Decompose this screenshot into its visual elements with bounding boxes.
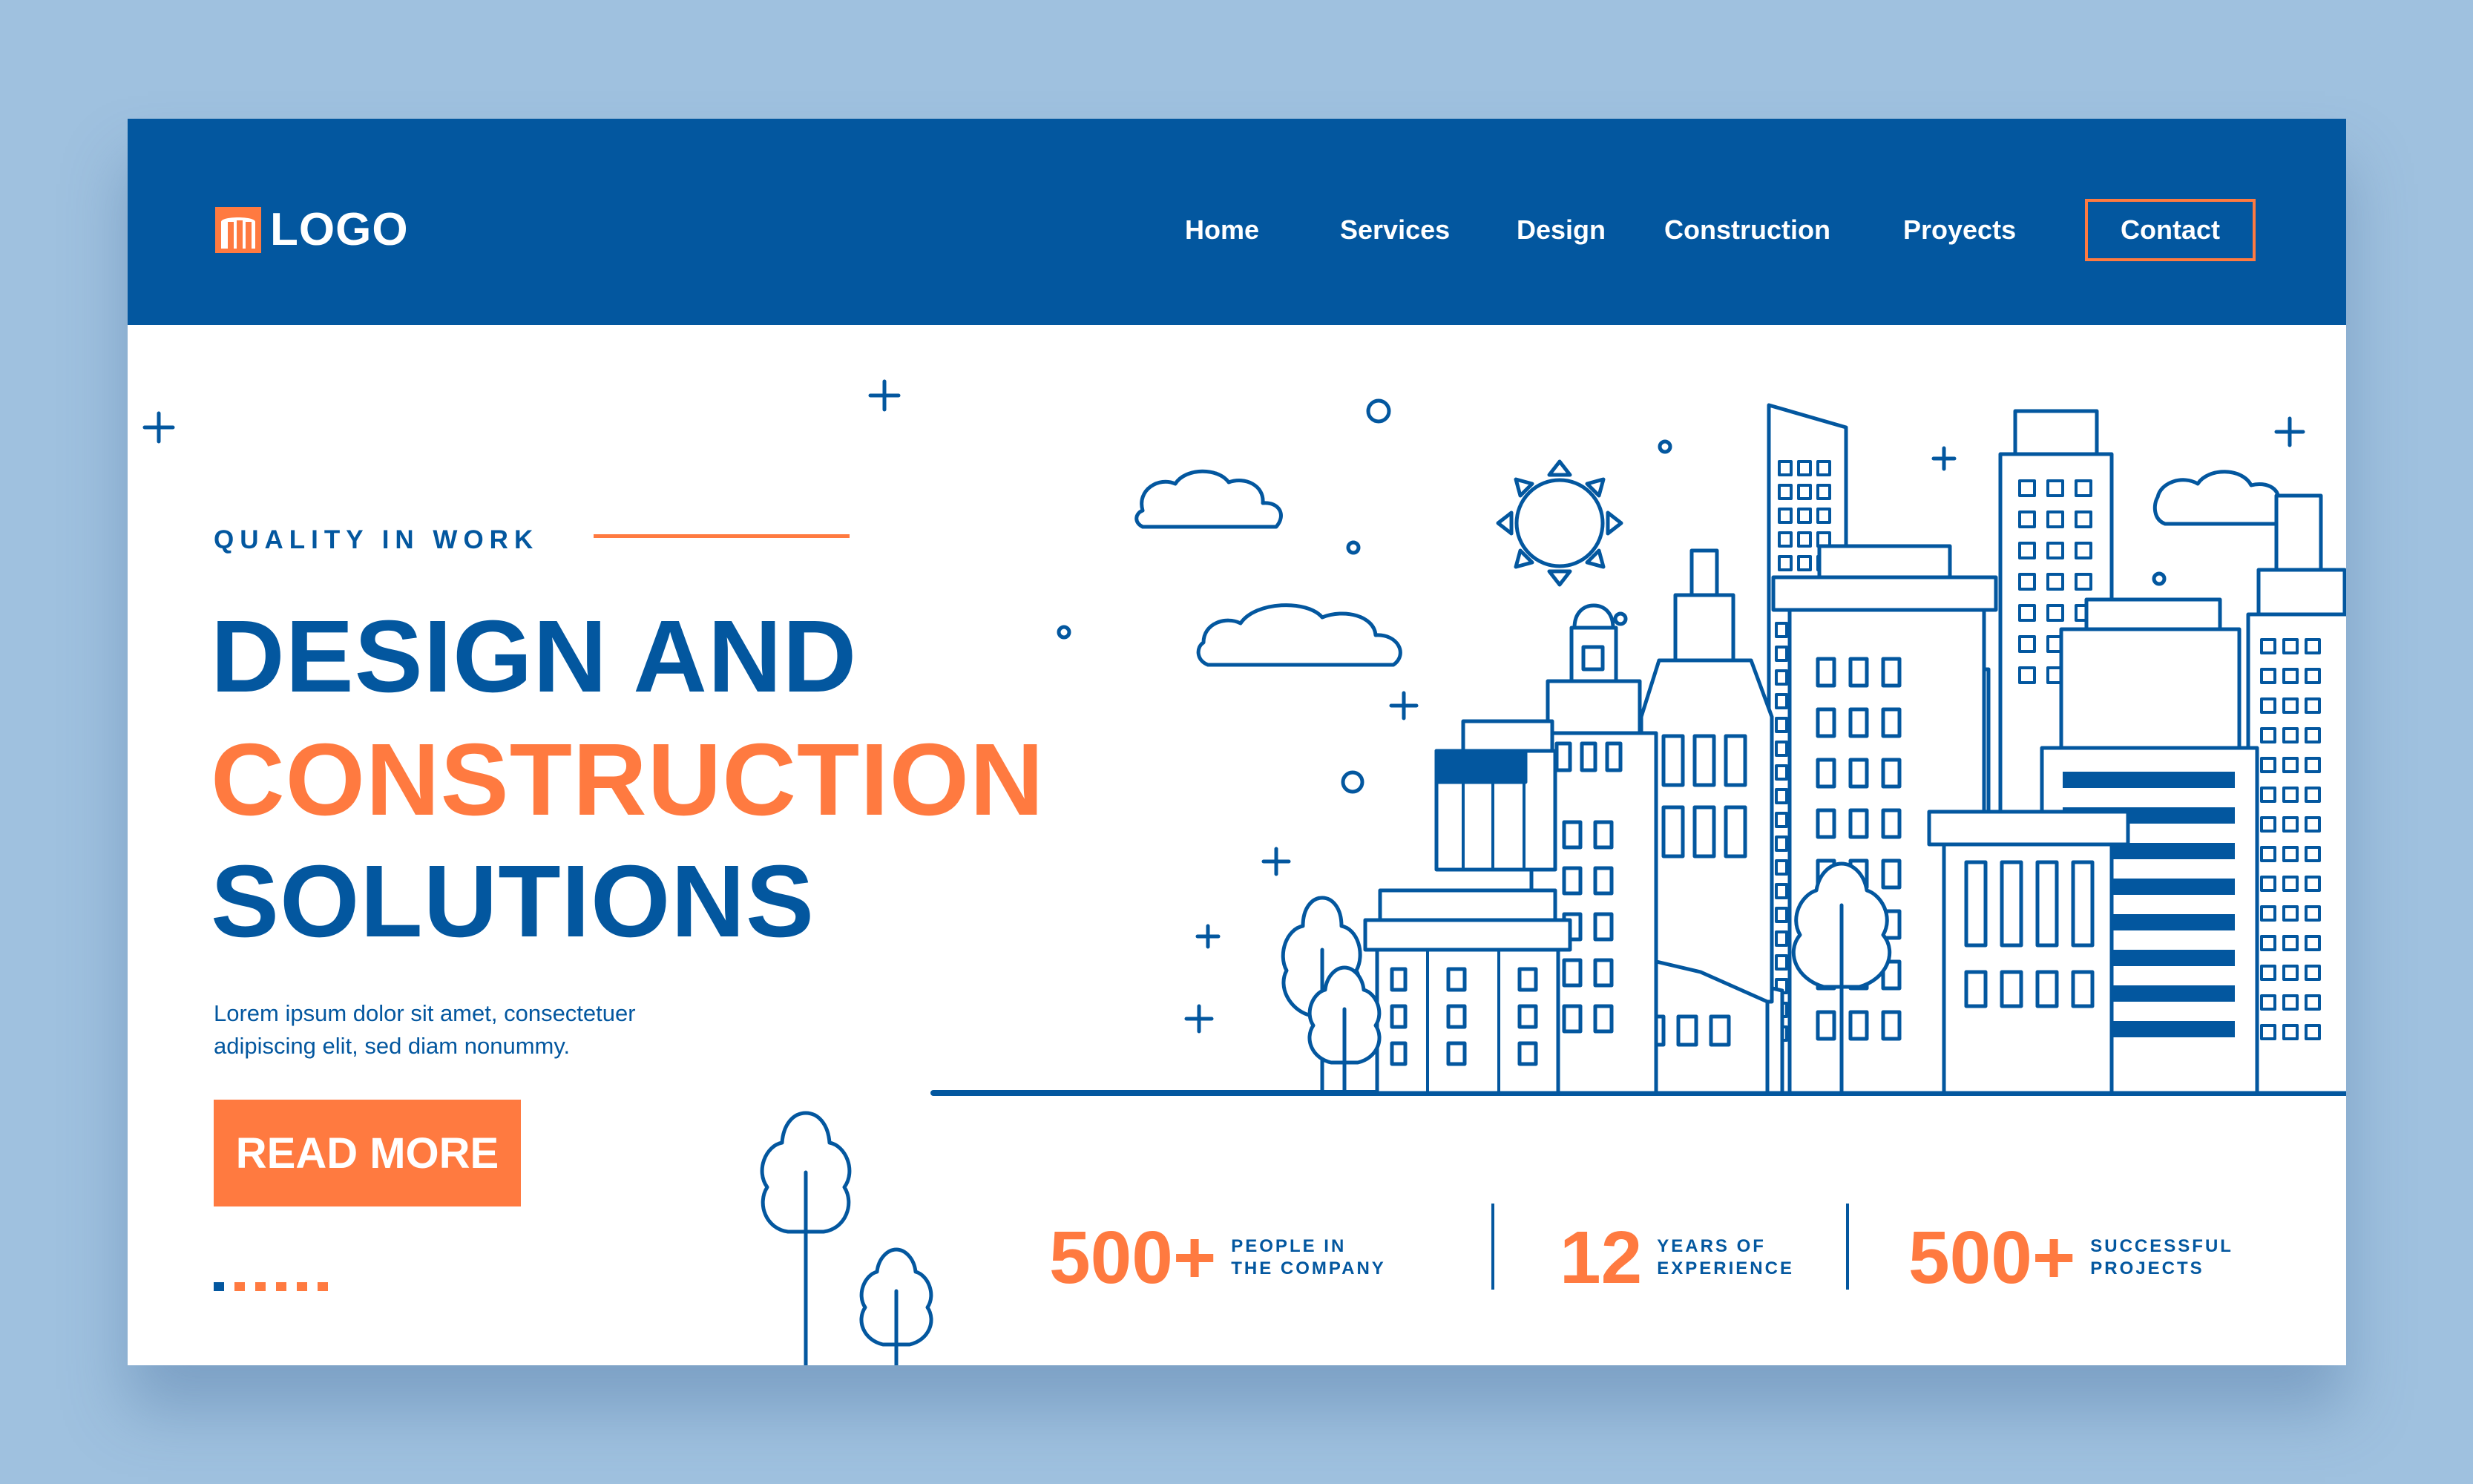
- logo-text: LOGO: [270, 204, 409, 255]
- slider-dot[interactable]: [276, 1282, 286, 1291]
- headline-line-3: SOLUTIONS: [211, 844, 815, 959]
- stat-people: 500+ PEOPLE IN THE COMPANY: [1049, 1209, 1409, 1306]
- stat-value: 500+: [1049, 1216, 1217, 1299]
- top-navbar: LOGO Home Services Design Construction P…: [128, 119, 2346, 325]
- eyebrow-divider: [594, 534, 850, 538]
- nav-services[interactable]: Services: [1340, 212, 1450, 248]
- nav-construction[interactable]: Construction: [1664, 212, 1830, 248]
- slider-dot[interactable]: [214, 1282, 224, 1291]
- read-more-button[interactable]: READ MORE: [214, 1100, 521, 1206]
- headline-line-2: CONSTRUCTION: [211, 723, 1045, 837]
- nav-proyects[interactable]: Proyects: [1903, 212, 2016, 248]
- slider-dot[interactable]: [318, 1282, 328, 1291]
- nav-design[interactable]: Design: [1517, 212, 1606, 248]
- stat-value: 500+: [1908, 1216, 2076, 1299]
- stat-label-line: PEOPLE IN: [1231, 1236, 1347, 1256]
- contact-button[interactable]: Contact: [2085, 199, 2256, 261]
- hero-description: Lorem ipsum dolor sit amet, consectetuer…: [214, 997, 778, 1063]
- slider-dot[interactable]: [255, 1282, 266, 1291]
- stat-label: YEARS OF EXPERIENCE: [1657, 1235, 1835, 1280]
- landing-page: LOGO Home Services Design Construction P…: [128, 119, 2346, 1365]
- slider-dots: [214, 1282, 328, 1291]
- hero-description-line: adipiscing elit, sed diam nonummy.: [214, 1033, 571, 1059]
- headline-line-1: DESIGN AND: [211, 600, 858, 714]
- hero-eyebrow: QUALITY IN WORK: [214, 525, 539, 554]
- stat-divider: [1491, 1204, 1494, 1290]
- sun-icon: [1496, 459, 1623, 587]
- stat-label: PEOPLE IN THE COMPANY: [1231, 1235, 1409, 1280]
- stat-label: SUCCESSFUL PROJECTS: [2090, 1235, 2268, 1280]
- nav-home[interactable]: Home: [1185, 212, 1259, 248]
- slider-dot[interactable]: [234, 1282, 245, 1291]
- stat-divider: [1846, 1204, 1849, 1290]
- stat-label-line: THE COMPANY: [1231, 1258, 1386, 1278]
- tree-icon: [859, 1247, 933, 1365]
- logo-icon: [215, 207, 261, 253]
- stat-years: 12 YEARS OF EXPERIENCE: [1560, 1209, 1835, 1306]
- stat-label-line: PROJECTS: [2090, 1258, 2204, 1278]
- slider-dot[interactable]: [297, 1282, 307, 1291]
- stat-value: 12: [1560, 1216, 1643, 1299]
- stat-label-line: SUCCESSFUL: [2090, 1236, 2233, 1256]
- hero-description-line: Lorem ipsum dolor sit amet, consectetuer: [214, 1000, 636, 1026]
- tree-icon: [760, 1111, 852, 1365]
- stat-label-line: YEARS OF: [1657, 1236, 1766, 1256]
- logo[interactable]: LOGO: [215, 206, 409, 254]
- stat-projects: 500+ SUCCESSFUL PROJECTS: [1908, 1209, 2268, 1306]
- stat-label-line: EXPERIENCE: [1657, 1258, 1794, 1278]
